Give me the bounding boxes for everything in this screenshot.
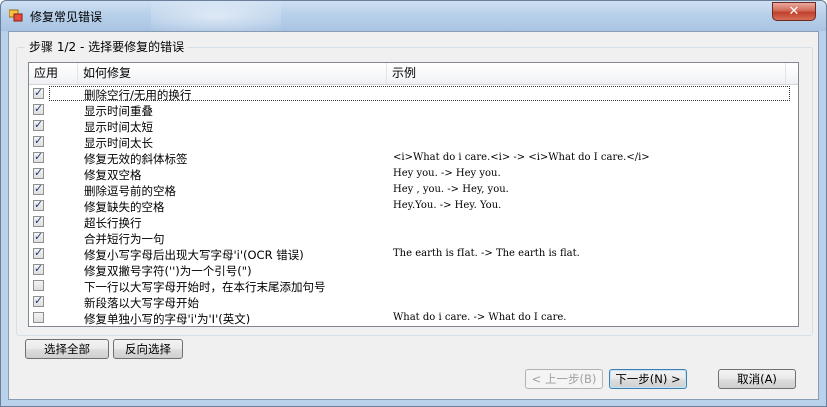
fix-example: The earth is fIat. -> The earth is flat. (393, 248, 580, 259)
apply-checkbox[interactable] (33, 262, 44, 275)
fix-example: What do i care. -> What do I care. (393, 312, 567, 323)
fix-name: 显示时间太长 (84, 136, 153, 150)
back-button[interactable]: < 上一步(B) (525, 369, 603, 389)
fix-name: 修复缺失的空格 (84, 200, 165, 214)
window-title: 修复常见错误 (30, 10, 103, 24)
list-item[interactable]: 修复小写字母后出现大写字母'i'(OCR 错误) The earth is fIa… (29, 246, 798, 262)
column-header-apply[interactable]: 应用 (29, 63, 78, 84)
list-item[interactable]: 显示时间重叠 (29, 102, 798, 118)
list-item[interactable]: 新段落以大写字母开始 (29, 294, 798, 310)
fix-name: 下一行以大写字母开始时，在本行末尾添加句号 (84, 280, 326, 294)
next-button[interactable]: 下一步(N) > (609, 369, 687, 389)
apply-checkbox[interactable] (33, 182, 44, 195)
apply-checkbox[interactable] (33, 214, 44, 227)
apply-checkbox[interactable] (33, 166, 44, 179)
fix-name: 修复双撇号字符('')为一个引号(") (84, 264, 252, 278)
fix-name: 合并短行为一句 (84, 232, 165, 246)
apply-checkbox[interactable] (33, 118, 44, 131)
list-item[interactable]: 下一行以大写字母开始时，在本行末尾添加句号 (29, 278, 798, 294)
step-title: 步骤 1/2 - 选择要修复的错误 (25, 38, 189, 55)
list-header: 应用 如何修复 示例 (29, 63, 798, 85)
list-item[interactable]: 删除逗号前的空格 Hey , you. -> Hey, you. (29, 182, 798, 198)
fix-name: 显示时间重叠 (84, 104, 153, 118)
apply-checkbox[interactable] (33, 198, 44, 211)
fix-name: 修复单独小写的字母'i'为'I'(英文) (84, 312, 251, 326)
list-item[interactable]: 修复无效的斜体标签 <i>What do i care.<i> -> <i>Wha… (29, 150, 798, 166)
apply-checkbox[interactable] (33, 312, 44, 323)
title-glass-decoration (151, 1, 281, 31)
column-header-example[interactable]: 示例 (387, 63, 786, 84)
fix-name: 删除空行/无用的换行 (84, 88, 192, 102)
fix-name: 修复双空格 (84, 168, 142, 182)
list-item[interactable]: 修复缺失的空格 Hey.You. -> Hey. You. (29, 198, 798, 214)
fix-example: Hey , you. -> Hey, you. (393, 184, 509, 195)
title-bar[interactable]: 修复常见错误 ✕ (1, 1, 826, 31)
select-all-button[interactable]: 选择全部 (25, 339, 109, 359)
list-item[interactable]: 修复双撇号字符('')为一个引号(") (29, 262, 798, 278)
fix-name: 显示时间太短 (84, 120, 153, 134)
list-item[interactable]: 修复单独小写的字母'i'为'I'(英文) What do i care. -> W… (29, 310, 798, 326)
apply-checkbox[interactable] (33, 294, 44, 307)
list-item[interactable]: 合并短行为一句 (29, 230, 798, 246)
apply-checkbox[interactable] (33, 230, 44, 243)
apply-checkbox[interactable] (33, 246, 44, 259)
fix-example: Hey.You. -> Hey. You. (393, 200, 502, 211)
app-icon (9, 9, 23, 22)
fix-example: <i>What do i care.<i> -> <i>What do I ca… (393, 152, 650, 163)
list-item[interactable]: 删除空行/无用的换行 (29, 86, 798, 102)
close-button[interactable]: ✕ (772, 2, 816, 21)
list-item[interactable]: 显示时间太长 (29, 134, 798, 150)
list-item[interactable]: 超长行换行 (29, 214, 798, 230)
apply-checkbox[interactable] (33, 150, 44, 163)
fix-example: Hey you. -> Hey you. (393, 168, 501, 179)
fix-name: 修复无效的斜体标签 (84, 152, 188, 166)
invert-selection-button[interactable]: 反向选择 (113, 339, 183, 359)
fix-name: 超长行换行 (84, 216, 142, 230)
apply-checkbox[interactable] (33, 86, 44, 99)
apply-checkbox[interactable] (33, 134, 44, 147)
fix-list[interactable]: 应用 如何修复 示例 删除空行/无用的换行显示时间重叠显示时间太短显示时间太长修… (28, 62, 799, 327)
list-item[interactable]: 显示时间太短 (29, 118, 798, 134)
cancel-button[interactable]: 取消(A) (718, 369, 796, 389)
apply-checkbox[interactable] (33, 102, 44, 115)
fix-name: 新段落以大写字母开始 (84, 296, 199, 310)
column-header-how-to-fix[interactable]: 如何修复 (78, 63, 387, 84)
fix-name: 删除逗号前的空格 (84, 184, 176, 198)
list-item[interactable]: 修复双空格 Hey you. -> Hey you. (29, 166, 798, 182)
apply-checkbox[interactable] (33, 280, 44, 291)
fix-name: 修复小写字母后出现大写字母'i'(OCR 错误) (84, 248, 304, 262)
